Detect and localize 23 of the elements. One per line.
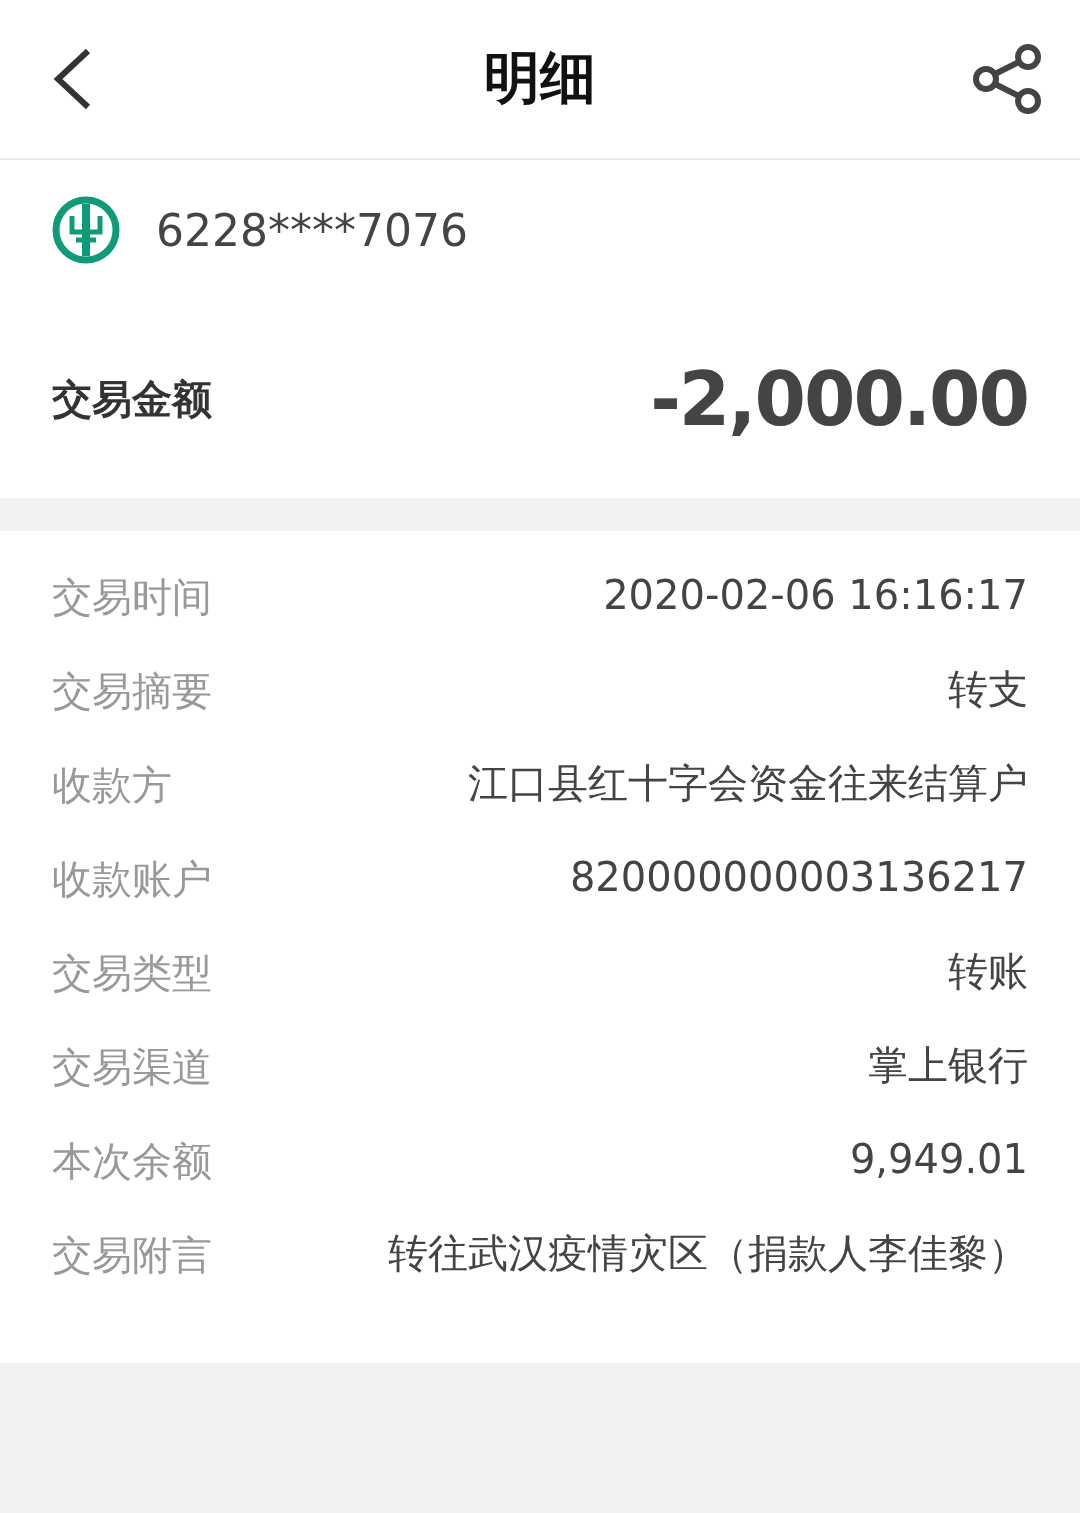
amount-label: 交易金额: [52, 374, 212, 424]
detail-value: 转支: [948, 665, 1028, 713]
detail-value: 掌上银行: [868, 1041, 1028, 1089]
share-icon: [972, 43, 1044, 115]
detail-value: 转往武汉疫情灾区（捐款人李佳黎）: [388, 1229, 1028, 1277]
detail-value: 江口县红十字会资金往来结算户: [468, 759, 1028, 807]
detail-value: 9,949.01: [849, 1135, 1028, 1183]
amount-value: -2,000.00: [650, 356, 1028, 442]
bank-logo-icon: [52, 196, 120, 264]
detail-label: 交易摘要: [52, 667, 212, 716]
detail-label: 收款方: [52, 761, 172, 810]
detail-label: 交易渠道: [52, 1043, 212, 1092]
page-title: 明细: [483, 44, 597, 112]
detail-value: 2020-02-06 16:16:17: [603, 571, 1028, 619]
detail-label: 交易类型: [52, 949, 212, 998]
detail-label: 交易时间: [52, 573, 212, 622]
detail-label: 交易附言: [52, 1231, 212, 1280]
detail-value: 820000000003136217: [569, 853, 1028, 901]
detail-label: 本次余额: [52, 1137, 212, 1186]
detail-label: 收款账户: [52, 855, 212, 904]
detail-value: 转账: [948, 947, 1028, 995]
account-number: 6228****7076: [156, 204, 468, 256]
share-button[interactable]: [972, 43, 1044, 115]
